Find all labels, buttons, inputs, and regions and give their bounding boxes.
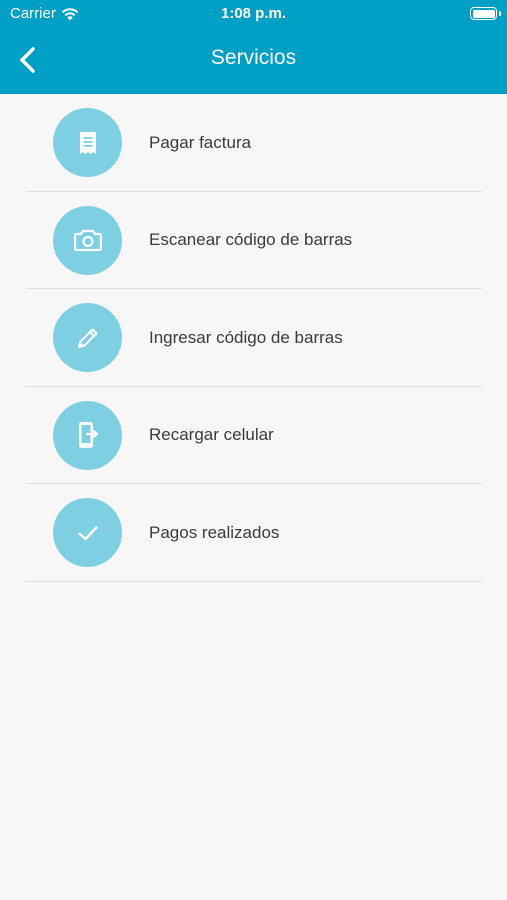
list-item-pagar-factura[interactable]: Pagar factura — [0, 94, 507, 192]
services-list: Pagar factura Escanear código de barras … — [0, 94, 507, 582]
list-item-label: Recargar celular — [149, 425, 274, 445]
pencil-icon — [77, 328, 97, 348]
list-item-recargar-celular[interactable]: Recargar celular — [0, 387, 507, 485]
header: Carrier 1:08 p.m. Servicios — [0, 0, 507, 94]
phone-recharge-icon — [78, 422, 98, 449]
list-item-pagos-realizados[interactable]: Pagos realizados — [0, 484, 507, 582]
battery-nub — [499, 11, 501, 16]
battery-icon — [470, 7, 497, 20]
icon-circle — [53, 498, 122, 568]
status-bar: Carrier 1:08 p.m. — [0, 0, 507, 28]
list-item-label: Ingresar código de barras — [149, 327, 343, 347]
list-item-escanear-codigo[interactable]: Escanear código de barras — [0, 192, 507, 290]
list-item-label: Pagos realizados — [149, 522, 280, 542]
icon-circle — [53, 108, 122, 177]
icon-circle — [53, 400, 122, 470]
camera-icon — [73, 229, 102, 252]
invoice-icon — [79, 131, 96, 154]
icon-circle — [53, 205, 122, 275]
icon-circle — [53, 303, 122, 373]
list-item-ingresar-codigo[interactable]: Ingresar código de barras — [0, 289, 507, 387]
page-title: Servicios — [210, 46, 297, 69]
list-item-label: Escanear código de barras — [149, 230, 353, 250]
status-time: 1:08 p.m. — [220, 5, 287, 22]
checkmark-icon — [77, 526, 98, 541]
list-item-label: Pagar factura — [149, 132, 252, 152]
